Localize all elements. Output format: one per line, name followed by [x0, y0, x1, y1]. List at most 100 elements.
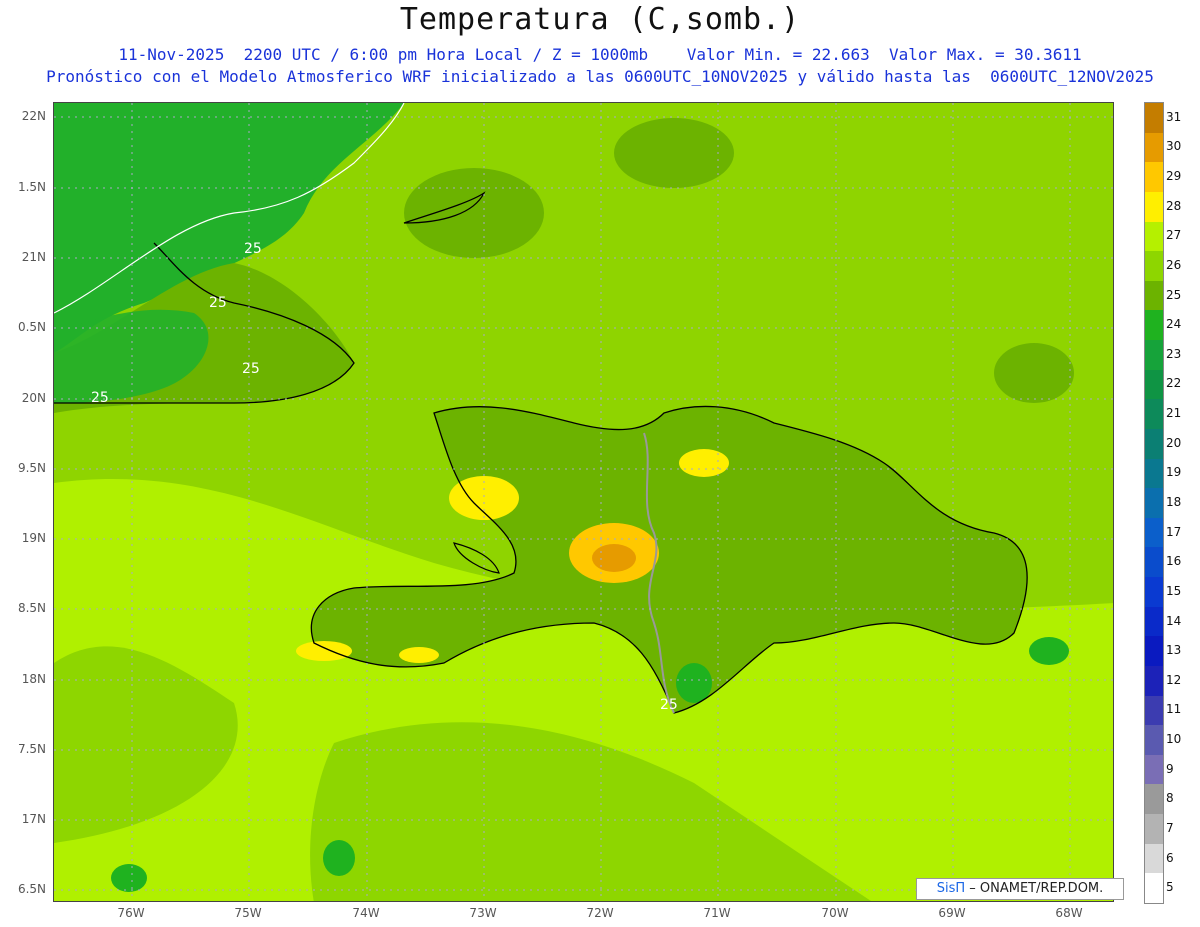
credit-text: – ONAMET/REP.DOM.: [965, 881, 1104, 896]
colorbar-label: 25: [1166, 287, 1182, 302]
colorbar-label: 20: [1166, 435, 1182, 450]
lon-label: 76W: [117, 906, 145, 920]
colorbar-label: 6: [1166, 850, 1174, 865]
lat-label: 19N: [21, 531, 46, 545]
valid-time-line: 11-Nov-2025 2200 UTC / 6:00 pm Hora Loca…: [118, 45, 1082, 64]
colorbar-label: 13: [1166, 643, 1182, 658]
colorbar-label: 23: [1166, 346, 1182, 361]
colorbar-label: 14: [1166, 613, 1182, 628]
contour-label: 25: [242, 361, 260, 377]
colorbar-cell: [1145, 577, 1163, 607]
credit-brand: SisΠ: [936, 881, 966, 896]
colorbar-cell: [1145, 814, 1163, 844]
colorbar-cell: [1145, 340, 1163, 370]
colorbar-label: 26: [1166, 257, 1182, 272]
lat-label: 1.5N: [17, 180, 46, 194]
colorbar-label: 30: [1166, 139, 1182, 154]
colorbar-cell: [1145, 458, 1163, 489]
lat-label: 6.5N: [17, 882, 46, 896]
colorbar-cell: [1145, 399, 1163, 429]
lon-label: 70W: [821, 906, 849, 920]
colorbar-label: 7: [1166, 820, 1174, 835]
east-blob: [994, 343, 1074, 403]
colorbar-label: 24: [1166, 317, 1182, 332]
colorbar-cell: [1145, 310, 1163, 340]
contour-label: 25: [91, 390, 109, 406]
colorbar-cell: [1145, 547, 1163, 577]
colorbar-label: 8: [1166, 791, 1174, 806]
colorbar-cell: [1145, 636, 1163, 666]
lat-label: 18N: [21, 672, 46, 686]
colorbar-label: 16: [1166, 554, 1182, 569]
lon-label: 72W: [586, 906, 614, 920]
lon-label: 75W: [234, 906, 262, 920]
lat-label: 8.5N: [17, 601, 46, 615]
contour-label: 25: [244, 241, 262, 257]
temperature-map: 25 25 25 25 25: [53, 102, 1114, 902]
model-info-line: Pronóstico con el Modelo Atmosferico WRF…: [46, 67, 1154, 86]
lat-label: 21N: [21, 250, 46, 264]
colorbar-label: 15: [1166, 583, 1182, 598]
colorbar-label: 21: [1166, 406, 1182, 421]
cool-spot-4: [1029, 637, 1069, 665]
cool-spot-2: [111, 864, 147, 892]
colorbar-cell: [1145, 754, 1163, 785]
colorbar-cell: [1145, 488, 1163, 518]
hot-spot-4: [679, 449, 729, 477]
contour-label: 25: [660, 697, 678, 713]
colorbar-cell: [1145, 162, 1163, 192]
colorbar-label: 5: [1166, 880, 1174, 895]
colorbar-label: 18: [1166, 495, 1182, 509]
colorbar-cell: [1145, 369, 1163, 400]
colorbar-label: 27: [1166, 228, 1182, 243]
colorbar-label: 11: [1166, 702, 1182, 717]
hot-spot-6: [399, 647, 439, 663]
lat-label: 9.5N: [17, 461, 46, 475]
colorbar-label: 28: [1166, 198, 1182, 213]
hot-spot-5: [296, 641, 352, 661]
colorbar-cell: [1145, 606, 1163, 637]
colorbar-cell: [1145, 103, 1163, 133]
colorbar-cell: [1145, 784, 1163, 814]
lat-label: 7.5N: [17, 742, 46, 756]
map-canvas: 25 25 25 25 25: [54, 103, 1113, 901]
bahamas-blob-1: [404, 168, 544, 258]
colorbar-cell: [1145, 665, 1163, 696]
colorbar-cell: [1145, 280, 1163, 311]
lat-label: 17N: [21, 812, 46, 826]
colorbar: [1144, 102, 1164, 904]
contour-label: 25: [209, 295, 227, 311]
lon-label: 73W: [469, 906, 497, 920]
colorbar-label: 22: [1166, 376, 1182, 391]
colorbar-cell: [1145, 843, 1163, 874]
colorbar-label: 17: [1166, 524, 1182, 539]
colorbar-cell: [1145, 191, 1163, 222]
colorbar-label: 12: [1166, 672, 1182, 687]
hot-spot-3: [592, 544, 636, 572]
lat-label: 20N: [21, 391, 46, 405]
credit-box: SisΠ – ONAMET/REP.DOM.: [916, 878, 1124, 900]
colorbar-label: 10: [1166, 732, 1182, 747]
lat-label: 22N: [21, 109, 46, 123]
cool-spot-3: [323, 840, 355, 876]
colorbar-label: 9: [1166, 761, 1174, 776]
colorbar-cell: [1145, 695, 1163, 726]
lon-label: 69W: [938, 906, 966, 920]
lon-label: 71W: [703, 906, 731, 920]
bahamas-blob-2: [614, 118, 734, 188]
colorbar-label: 19: [1166, 465, 1182, 480]
colorbar-label: 29: [1166, 169, 1182, 184]
colorbar-cell: [1145, 517, 1163, 548]
cool-spot-1: [676, 663, 712, 703]
colorbar-cell: [1145, 132, 1163, 163]
colorbar-cell: [1145, 428, 1163, 459]
colorbar-cell: [1145, 873, 1163, 903]
colorbar-cell: [1145, 251, 1163, 281]
colorbar-cell: [1145, 725, 1163, 755]
lon-label: 68W: [1055, 906, 1083, 920]
map-title: Temperatura (C,somb.): [399, 2, 801, 37]
gonave-outline: [453, 542, 500, 574]
colorbar-label: 31: [1166, 109, 1182, 124]
lon-label: 74W: [352, 906, 380, 920]
lat-label: 0.5N: [17, 320, 46, 334]
